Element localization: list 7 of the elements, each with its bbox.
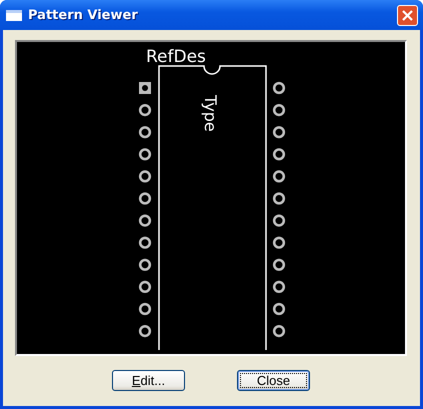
window-title: Pattern Viewer [28,8,139,22]
type-label: Type [201,95,220,132]
edit-button[interactable]: Edit... [112,370,185,391]
close-button[interactable]: Close [237,370,310,391]
close-icon[interactable] [397,4,418,26]
refdes-label: RefDes [146,47,206,67]
window-icon [6,10,22,20]
